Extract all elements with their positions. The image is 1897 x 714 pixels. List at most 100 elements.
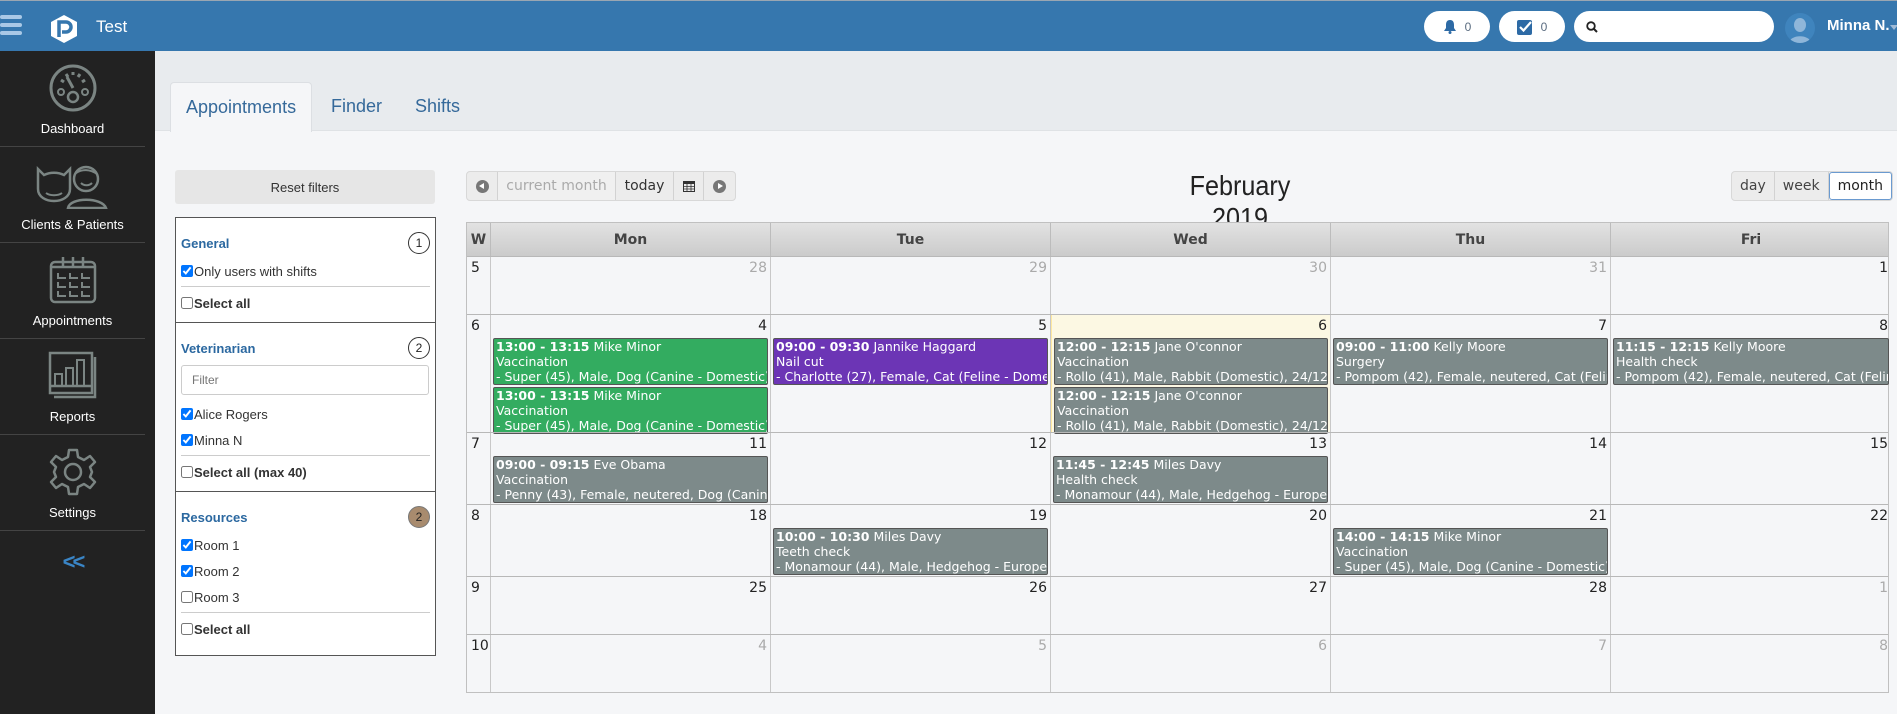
checkbox[interactable] — [181, 623, 193, 635]
checkbox-room-2[interactable]: Room 2 — [181, 558, 430, 584]
calendar-day-cell[interactable]: 27 — [1051, 577, 1331, 634]
day-number[interactable]: 14 — [1333, 436, 1608, 456]
day-number[interactable]: 26 — [773, 580, 1048, 600]
next-button[interactable] — [704, 172, 735, 200]
day-number[interactable]: 30 — [1053, 260, 1328, 280]
checkbox[interactable] — [181, 591, 193, 603]
day-number[interactable]: 18 — [493, 508, 768, 528]
calendar-day-cell[interactable]: 7 09:00 - 11:00 Kelly Moore Surgery - Pompo… — [1331, 315, 1611, 432]
checkbox[interactable] — [181, 539, 193, 551]
calendar-day-cell[interactable]: 28 — [1331, 577, 1611, 634]
day-number[interactable]: 15 — [1613, 436, 1889, 456]
calendar-day-cell-today[interactable]: 6 12:00 - 12:15 Jane O'connor Vaccination -… — [1051, 315, 1331, 434]
tasks-button[interactable]: 0 — [1499, 11, 1565, 42]
date-picker-button[interactable] — [674, 172, 704, 200]
day-number[interactable]: 25 — [493, 580, 768, 600]
checkbox[interactable] — [181, 408, 193, 420]
checkbox[interactable] — [181, 434, 193, 446]
user-avatar[interactable] — [1785, 13, 1815, 43]
checkbox-only-users-with-shifts[interactable]: Only users with shifts — [181, 258, 430, 284]
day-number[interactable]: 27 — [1053, 580, 1328, 600]
appointment-event[interactable]: 14:00 - 14:15 Mike Minor Vaccination - Sup… — [1333, 528, 1608, 575]
calendar-day-cell[interactable]: 1 — [1611, 577, 1891, 634]
calendar-day-cell[interactable]: 30 — [1051, 257, 1331, 314]
checkbox[interactable] — [181, 565, 193, 577]
sidebar-item-clients-patients[interactable]: Clients & Patients — [0, 147, 145, 243]
calendar-day-cell[interactable]: 6 — [1051, 635, 1331, 692]
prev-button[interactable] — [467, 172, 498, 200]
calendar-day-cell[interactable]: 14 — [1331, 433, 1611, 504]
day-number[interactable]: 5 — [773, 638, 1048, 658]
day-number[interactable]: 13 — [1053, 436, 1328, 456]
day-number[interactable]: 6 — [1054, 318, 1328, 338]
calendar-day-cell[interactable]: 15 — [1611, 433, 1891, 504]
view-day-button[interactable]: day — [1732, 172, 1775, 200]
search-box[interactable] — [1574, 11, 1774, 42]
appointment-event[interactable]: 11:15 - 12:15 Kelly Moore Health check - P… — [1613, 338, 1889, 385]
day-number[interactable]: 8 — [1613, 638, 1889, 658]
day-number[interactable]: 22 — [1613, 508, 1889, 528]
notifications-button[interactable]: 0 — [1424, 11, 1490, 42]
calendar-day-cell[interactable]: 13 11:45 - 12:45 Miles Davy Health check - … — [1051, 433, 1331, 504]
appointment-event[interactable]: 09:00 - 09:30 Jannike Haggard Nail cut - C… — [773, 338, 1048, 385]
tab-shifts[interactable]: Shifts — [400, 82, 475, 131]
calendar-day-cell[interactable]: 8 11:15 - 12:15 Kelly Moore Health check - … — [1611, 315, 1891, 432]
day-number[interactable]: 6 — [1053, 638, 1328, 658]
checkbox-minna-n[interactable]: Minna N — [181, 427, 430, 453]
veterinarian-filter-input[interactable] — [181, 365, 429, 395]
day-number[interactable]: 28 — [1333, 580, 1608, 600]
calendar-day-cell[interactable]: 25 — [491, 577, 771, 634]
checkbox[interactable] — [181, 265, 193, 277]
sidebar-item-settings[interactable]: Settings — [0, 435, 145, 531]
checkbox-room-3[interactable]: Room 3 — [181, 584, 430, 610]
collapse-sidebar-button[interactable]: << — [0, 549, 145, 575]
calendar-day-cell[interactable]: 26 — [771, 577, 1051, 634]
calendar-day-cell[interactable]: 20 — [1051, 505, 1331, 576]
day-number[interactable]: 31 — [1333, 260, 1608, 280]
calendar-day-cell[interactable]: 4 13:00 - 13:15 Mike Minor Vaccination - Su… — [491, 315, 771, 434]
current-month-button[interactable]: current month — [498, 172, 616, 200]
chevron-down-icon[interactable] — [1890, 25, 1897, 30]
day-number[interactable]: 12 — [773, 436, 1048, 456]
appointment-event[interactable]: 12:00 - 12:15 Jane O'connor Vaccination - … — [1054, 338, 1328, 385]
appointment-event[interactable]: 13:00 - 13:15 Mike Minor Vaccination - Sup… — [493, 338, 768, 385]
checkbox-select-all-general[interactable]: Select all — [181, 290, 430, 316]
tab-finder[interactable]: Finder — [316, 82, 397, 131]
calendar-day-cell[interactable]: 21 14:00 - 14:15 Mike Minor Vaccination - S… — [1331, 505, 1611, 576]
appointment-event[interactable]: 13:00 - 13:15 Mike Minor Vaccination - Sup… — [493, 387, 768, 434]
calendar-day-cell[interactable]: 5 — [771, 635, 1051, 692]
checkbox[interactable] — [181, 297, 193, 309]
calendar-day-cell[interactable]: 5 09:00 - 09:30 Jannike Haggard Nail cut - … — [771, 315, 1051, 432]
day-number[interactable]: 29 — [773, 260, 1048, 280]
view-month-button[interactable]: month — [1828, 172, 1893, 200]
day-number[interactable]: 11 — [493, 436, 768, 456]
user-name-menu[interactable]: Minna N. — [1827, 17, 1890, 34]
checkbox-alice-rogers[interactable]: Alice Rogers — [181, 401, 430, 427]
appointment-event[interactable]: 09:00 - 11:00 Kelly Moore Surgery - Pompom… — [1333, 338, 1608, 385]
appointment-event[interactable]: 10:00 - 10:30 Miles Davy Teeth check - Mon… — [773, 528, 1048, 575]
checkbox-select-all-resources[interactable]: Select all — [181, 616, 430, 642]
calendar-day-cell[interactable]: 31 — [1331, 257, 1611, 314]
checkbox-room-1[interactable]: Room 1 — [181, 532, 430, 558]
menu-toggle-button[interactable] — [0, 15, 22, 37]
today-button[interactable]: today — [616, 172, 674, 200]
calendar-day-cell[interactable]: 28 — [491, 257, 771, 314]
day-number[interactable]: 5 — [773, 318, 1048, 338]
checkbox[interactable] — [181, 466, 193, 478]
day-number[interactable]: 20 — [1053, 508, 1328, 528]
sidebar-item-appointments[interactable]: Appointments — [0, 243, 145, 339]
appointment-event[interactable]: 12:00 - 12:15 Jane O'connor Vaccination - … — [1054, 387, 1328, 434]
day-number[interactable]: 28 — [493, 260, 768, 280]
checkbox-select-all-veterinarians[interactable]: Select all (max 40) — [181, 459, 430, 485]
calendar-day-cell[interactable]: 1 — [1611, 257, 1891, 314]
sidebar-item-reports[interactable]: Reports — [0, 339, 145, 435]
calendar-day-cell[interactable]: 12 — [771, 433, 1051, 504]
reset-filters-button[interactable]: Reset filters — [175, 170, 435, 204]
day-number[interactable]: 4 — [493, 638, 768, 658]
calendar-day-cell[interactable]: 11 09:00 - 09:15 Eve Obama Vaccination - Pe… — [491, 433, 771, 504]
calendar-day-cell[interactable]: 19 10:00 - 10:30 Miles Davy Teeth check - M… — [771, 505, 1051, 576]
search-input[interactable] — [1604, 19, 1764, 34]
calendar-day-cell[interactable]: 18 — [491, 505, 771, 576]
day-number[interactable]: 1 — [1613, 580, 1889, 600]
tab-appointments[interactable]: Appointments — [170, 82, 313, 132]
